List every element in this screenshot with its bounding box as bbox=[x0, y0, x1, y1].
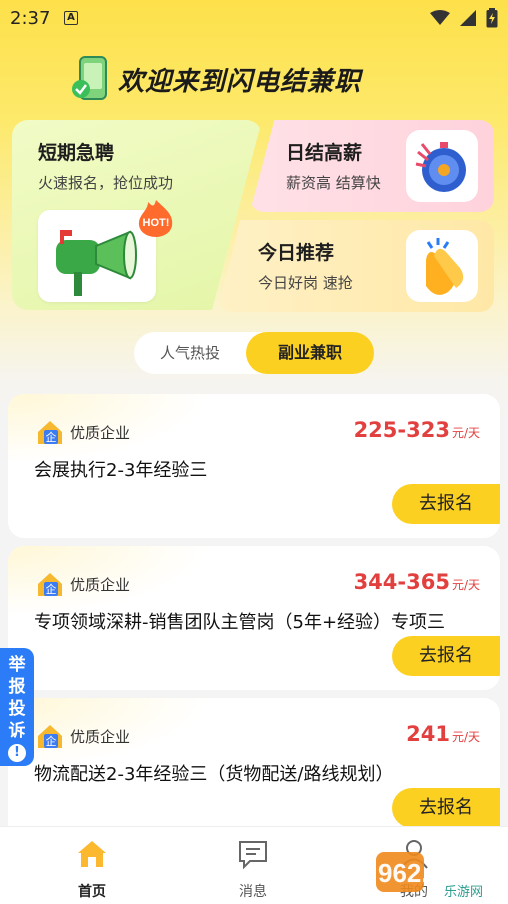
salary-range: 344-365 bbox=[353, 570, 450, 594]
phone-check-icon bbox=[72, 56, 107, 100]
hot-badge-text: HOT! bbox=[143, 217, 170, 229]
svg-text:企: 企 bbox=[46, 734, 57, 748]
salary-range: 225-323 bbox=[353, 418, 450, 442]
salary-unit: 元/天 bbox=[451, 426, 480, 440]
home-icon bbox=[78, 841, 106, 867]
status-icons bbox=[430, 8, 498, 28]
feature-daily-pay-title: 日结高薪 bbox=[286, 142, 363, 164]
report-complaint-tab[interactable]: 举 报 投 诉 ! bbox=[0, 648, 34, 766]
apply-button[interactable]: 去报名 bbox=[392, 788, 500, 828]
company-badge-label: 优质企业 bbox=[70, 575, 131, 594]
stopwatch-icon bbox=[406, 130, 478, 202]
job-title: 物流配送2-3年经验三（货物配送/路线规划） bbox=[34, 764, 394, 785]
apply-button[interactable]: 去报名 bbox=[392, 636, 500, 676]
notification-a-icon: A bbox=[64, 11, 78, 25]
job-salary: 225-323 元/天 bbox=[354, 418, 480, 442]
site-watermark: 962.NET 乐游网 bbox=[376, 852, 483, 900]
job-title: 会展执行2-3年经验三 bbox=[34, 460, 208, 481]
welcome-title: 欢迎来到闪电结兼职 bbox=[118, 66, 362, 97]
nav-home-label: 首页 bbox=[78, 884, 106, 900]
feature-short-term[interactable]: 短期急聘 火速报名，抢位成功 HOT! bbox=[12, 120, 262, 310]
nav-messages-label: 消息 bbox=[239, 884, 267, 900]
signal-icon bbox=[460, 10, 476, 26]
job-card[interactable]: 企 优质企业 344-365 元/天 专项领域深耕-销售团队主管岗（5年+经验）… bbox=[8, 546, 500, 690]
salary-unit: 元/天 bbox=[451, 578, 480, 592]
feature-today-recommend-subtitle: 今日好岗 速抢 bbox=[258, 274, 353, 292]
welcome-header: 欢迎来到闪电结兼职 bbox=[70, 54, 361, 104]
alert-icon: ! bbox=[8, 744, 26, 762]
salary-range: 241 bbox=[406, 722, 450, 746]
verified-company-icon: 企 bbox=[38, 421, 62, 444]
report-char: 投 bbox=[8, 699, 26, 719]
message-icon bbox=[239, 841, 267, 870]
company-badge: 企 优质企业 bbox=[36, 418, 130, 446]
wifi-icon bbox=[430, 10, 450, 25]
report-char: 举 bbox=[8, 655, 26, 675]
feature-today-recommend-title: 今日推荐 bbox=[258, 242, 335, 264]
report-char: 诉 bbox=[8, 721, 26, 741]
company-badge-label: 优质企业 bbox=[70, 727, 131, 746]
job-title: 专项领域深耕-销售团队主管岗（5年+经验）专项三 bbox=[34, 612, 446, 633]
clapping-hands-icon bbox=[406, 230, 478, 302]
salary-unit: 元/天 bbox=[451, 730, 480, 744]
company-badge: 企 优质企业 bbox=[36, 722, 130, 750]
feature-daily-pay[interactable]: 日结高薪 薪资高 结算快 bbox=[250, 120, 494, 212]
battery-icon bbox=[486, 8, 498, 28]
watermark-brand: 962.NET bbox=[378, 858, 481, 888]
company-badge: 企 优质企业 bbox=[36, 570, 130, 598]
job-card[interactable]: 企 优质企业 225-323 元/天 会展执行2-3年经验三 去报名 bbox=[8, 394, 500, 538]
company-badge-label: 优质企业 bbox=[70, 423, 131, 442]
nav-messages[interactable]: 消息 bbox=[193, 837, 313, 901]
svg-text:企: 企 bbox=[46, 430, 57, 444]
job-salary: 344-365 元/天 bbox=[354, 570, 480, 594]
status-bar: 2:37 A bbox=[0, 0, 508, 36]
watermark-site: 乐游网 bbox=[444, 885, 483, 900]
feature-today-recommend[interactable]: 今日推荐 今日好岗 速抢 bbox=[218, 220, 494, 312]
svg-text:企: 企 bbox=[46, 582, 57, 596]
status-time: 2:37 bbox=[10, 8, 51, 29]
verified-company-icon: 企 bbox=[38, 573, 62, 596]
feature-short-term-subtitle: 火速报名，抢位成功 bbox=[38, 174, 174, 192]
job-salary: 241 元/天 bbox=[406, 722, 480, 746]
hot-badge: HOT! bbox=[138, 200, 173, 237]
apply-button[interactable]: 去报名 bbox=[392, 484, 500, 524]
category-tabs: 人气热投 副业兼职 bbox=[134, 332, 374, 374]
feature-short-term-title: 短期急聘 bbox=[38, 142, 115, 164]
verified-company-icon: 企 bbox=[38, 725, 62, 748]
tab-popular[interactable]: 人气热投 bbox=[134, 332, 246, 374]
tab-side-job[interactable]: 副业兼职 bbox=[246, 332, 374, 374]
job-card[interactable]: 企 优质企业 241 元/天 物流配送2-3年经验三（货物配送/路线规划） 去报… bbox=[8, 698, 500, 842]
feature-daily-pay-subtitle: 薪资高 结算快 bbox=[286, 174, 381, 192]
report-char: 报 bbox=[8, 677, 26, 697]
nav-home[interactable]: 首页 bbox=[32, 837, 152, 901]
